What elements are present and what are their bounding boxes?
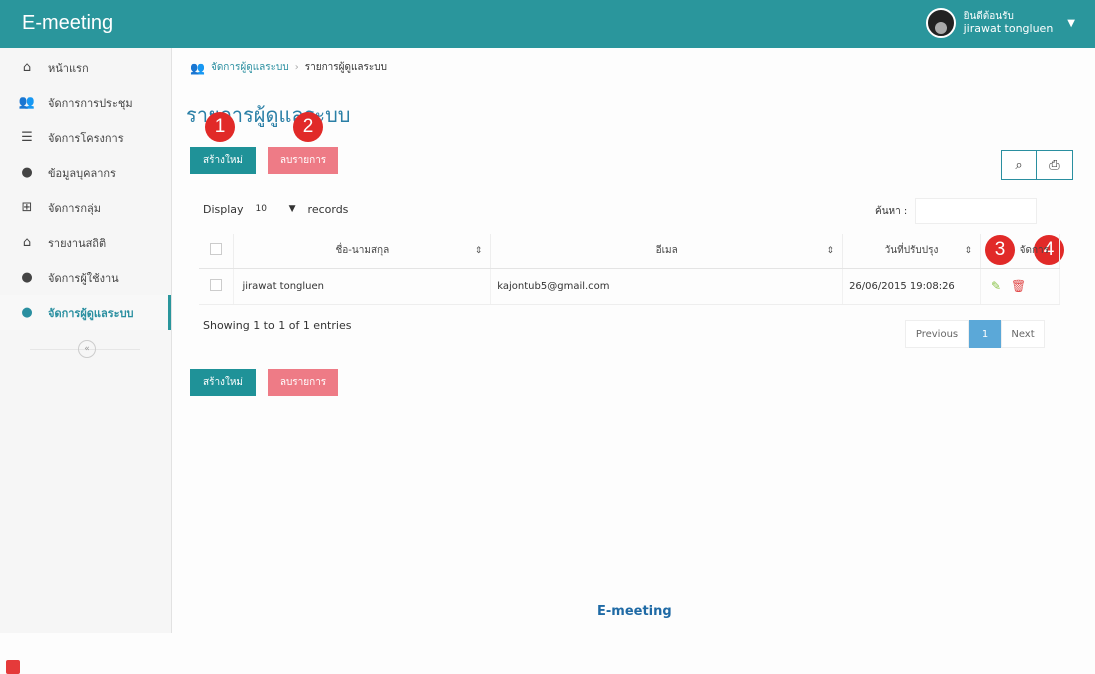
breadcrumb: 👥 จัดการผู้ดูแลระบบ › รายการผู้ดูแลระบบ	[190, 60, 387, 75]
pagination: Previous 1 Next	[905, 320, 1045, 348]
sort-icon: ⇕	[964, 246, 972, 256]
avatar[interactable]	[925, 8, 956, 38]
chevron-right-icon: ›	[294, 62, 299, 73]
records-label: records	[307, 202, 349, 216]
sidebar-item-home[interactable]: ⌂ หน้าแรก	[0, 50, 171, 85]
records-per-page-value: 10	[255, 204, 267, 214]
sidebar-item-personnel[interactable]: ● ข้อมูลบุคลากร	[0, 155, 171, 190]
user-menu[interactable]: ยินดีต้อนรับ jirawat tongluen ▼	[925, 8, 1075, 38]
search-toggle-button[interactable]: ⌕	[1001, 150, 1037, 180]
sidebar-item-projects[interactable]: ☰ จัดการโครงการ	[0, 120, 171, 155]
sidebar-item-users[interactable]: ● จัดการผู้ใช้งาน	[0, 260, 171, 295]
users-icon: 👥	[190, 60, 205, 75]
sidebar-item-groups[interactable]: ⊞ จัดการกลุ่ม	[0, 190, 171, 225]
sidebar-item-reports[interactable]: ⌂ รายงานสถิติ	[0, 225, 171, 260]
breadcrumb-current: รายการผู้ดูแลระบบ	[304, 62, 387, 73]
sidebar-item-label: จัดการกลุ่ม	[48, 201, 101, 215]
footer-brand: E-meeting	[597, 604, 672, 619]
column-updated-header[interactable]: วันที่ปรับปรุง ⇕	[842, 234, 981, 269]
create-button-bottom[interactable]: สร้างใหม่	[190, 369, 256, 396]
row-select-cell	[199, 268, 235, 305]
home-icon: ⌂	[22, 60, 32, 75]
brand-title[interactable]: E-meeting	[22, 12, 113, 35]
column-name-header[interactable]: ชื่อ-นามสกุล ⇕	[233, 234, 492, 269]
select-all-cell	[199, 234, 235, 269]
search-input[interactable]	[915, 198, 1038, 224]
create-button[interactable]: สร้างใหม่	[190, 147, 256, 174]
entries-info: Showing 1 to 1 of 1 entries	[203, 319, 352, 332]
list-icon: ☰	[21, 130, 33, 145]
table-header-row: ชื่อ-นามสกุล ⇕ อีเมล ⇕ วันที่ปรับปรุง ⇕ …	[199, 234, 1061, 269]
admins-table: ชื่อ-นามสกุล ⇕ อีเมล ⇕ วันที่ปรับปรุง ⇕ …	[199, 234, 1061, 305]
row-email: kajontub5@gmail.com	[490, 268, 844, 305]
search-icon: ⌕	[1015, 157, 1023, 173]
sidebar-item-label: จัดการโครงการ	[48, 131, 124, 145]
column-actions-label: จัดการ	[1019, 245, 1049, 257]
search-label: ค้นหา :	[875, 205, 908, 217]
breadcrumb-parent[interactable]: จัดการผู้ดูแลระบบ	[211, 60, 289, 75]
main-content: 👥 จัดการผู้ดูแลระบบ › รายการผู้ดูแลระบบ …	[172, 48, 1095, 633]
previous-page-button[interactable]: Previous	[905, 320, 969, 348]
select-all-checkbox[interactable]	[210, 243, 223, 256]
user-icon: ●	[21, 270, 33, 285]
display-records: Display 10 ▼ records	[203, 200, 348, 218]
sort-icon: ⇕	[826, 246, 835, 256]
sort-icon: ⇕	[474, 246, 483, 256]
top-navbar: E-meeting ยินดีต้อนรับ jirawat tongluen …	[0, 0, 1095, 48]
sidebar-item-label: รายงานสถิติ	[48, 236, 107, 250]
sidebar-item-label: หน้าแรก	[48, 61, 89, 75]
display-label: Display	[203, 202, 244, 216]
sidebar-item-meetings[interactable]: 👥 จัดการการประชุม	[0, 85, 171, 120]
user-icon: ●	[21, 305, 33, 320]
next-page-button[interactable]: Next	[1001, 320, 1045, 348]
row-name: jirawat tongluen	[233, 268, 492, 305]
column-email-label: อีเมล	[655, 245, 678, 257]
row-actions: ✎ 🗑	[980, 268, 1061, 305]
report-icon: ⌂	[22, 235, 32, 250]
sidebar-item-label: จัดการผู้ดูแลระบบ	[48, 306, 134, 320]
column-actions-header: จัดการ	[980, 234, 1061, 269]
print-button[interactable]: ⎙	[1037, 150, 1073, 180]
logo-icon	[6, 660, 20, 674]
chevron-down-icon: ▼	[288, 204, 296, 214]
sidebar-item-label: ข้อมูลบุคลากร	[48, 166, 116, 180]
column-updated-label: วันที่ปรับปรุง	[884, 245, 939, 257]
page-button-1[interactable]: 1	[969, 320, 1001, 348]
table-row: jirawat tongluen kajontub5@gmail.com 26/…	[199, 268, 1061, 305]
annotation-badge-2: 2	[293, 112, 323, 142]
trash-icon[interactable]: 🗑	[1011, 279, 1026, 293]
sidebar: ⌂ หน้าแรก 👥 จัดการการประชุม ☰ จัดการโครง…	[0, 48, 172, 674]
delete-selected-button-bottom[interactable]: ลบรายการ	[268, 369, 338, 396]
sidebar-item-label: จัดการการประชุม	[48, 96, 133, 110]
sidebar-item-label: จัดการผู้ใช้งาน	[48, 271, 119, 285]
annotation-badge-1: 1	[205, 112, 235, 142]
table-tools: ⌕ ⎙	[1001, 150, 1073, 180]
row-updated: 26/06/2015 19:08:26	[842, 268, 981, 305]
row-checkbox[interactable]	[210, 278, 223, 291]
print-icon: ⎙	[1049, 157, 1060, 173]
sidebar-item-admins[interactable]: ● จัดการผู้ดูแลระบบ	[0, 295, 171, 330]
column-email-header[interactable]: อีเมล ⇕	[490, 234, 844, 269]
chevron-down-icon[interactable]: ▼	[1067, 18, 1075, 29]
column-name-label: ชื่อ-นามสกุล	[335, 245, 390, 257]
user-name: jirawat tongluen	[963, 22, 1054, 35]
table-search: ค้นหา :	[875, 198, 1038, 224]
collapse-sidebar-icon[interactable]: «	[78, 340, 96, 358]
records-per-page-select[interactable]: 10 ▼	[252, 200, 300, 218]
users-icon: 👥	[18, 95, 36, 110]
user-icon: ●	[21, 165, 33, 180]
delete-selected-button[interactable]: ลบรายการ	[268, 147, 338, 174]
edit-icon[interactable]: ✎	[991, 279, 1001, 293]
plus-square-icon: ⊞	[21, 200, 33, 215]
